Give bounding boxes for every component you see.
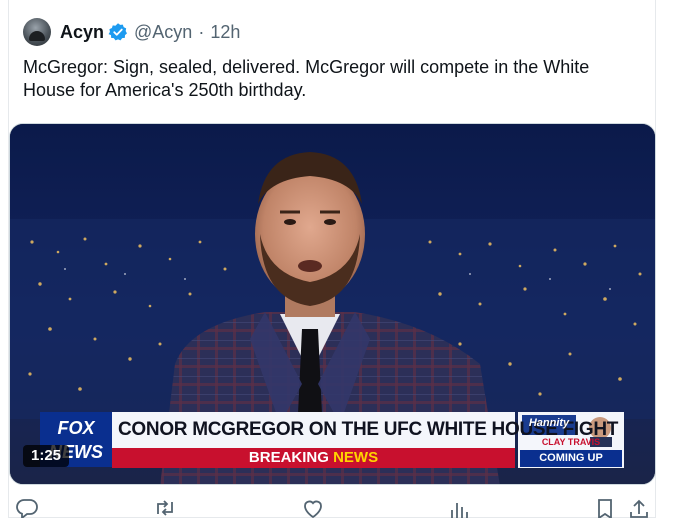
up-next-line2: COMING UP [539,452,603,464]
reply-icon[interactable] [15,498,39,518]
avatar[interactable] [23,18,51,46]
video-player[interactable]: FOX NEWS CONOR MCGREGOR ON THE UFC WHITE… [9,123,656,485]
tweet-card[interactable]: Acyn @Acyn · 12h McGregor: Sign, sealed,… [8,0,656,518]
share-icon[interactable] [627,498,651,518]
handle[interactable]: @Acyn [134,22,192,43]
tweet-actions [9,498,657,518]
retweet-icon[interactable] [153,498,177,518]
news-text: NEWS [333,449,379,466]
breaking-text: BREAKING [248,449,329,466]
display-name[interactable]: Acyn [60,22,104,43]
tweet-text: McGregor: Sign, sealed, delivered. McGre… [23,57,590,100]
like-icon[interactable] [301,498,325,518]
timestamp[interactable]: 12h [210,22,240,43]
views-icon[interactable] [447,498,471,518]
chyron-headline: CONOR MCGREGOR ON THE UFC WHITE HOUSE FI… [118,419,619,440]
up-next-line1: CLAY TRAVIS [541,437,601,447]
tweet-header: Acyn @Acyn · 12h [23,18,240,46]
separator-dot: · [198,21,205,42]
breaking-news-banner: BREAKING NEWS [112,449,515,467]
show-logo: Hannity [528,417,570,429]
bookmark-icon[interactable] [593,498,617,518]
verified-badge-icon [108,23,128,41]
video-duration-badge: 1:25 [23,445,70,467]
